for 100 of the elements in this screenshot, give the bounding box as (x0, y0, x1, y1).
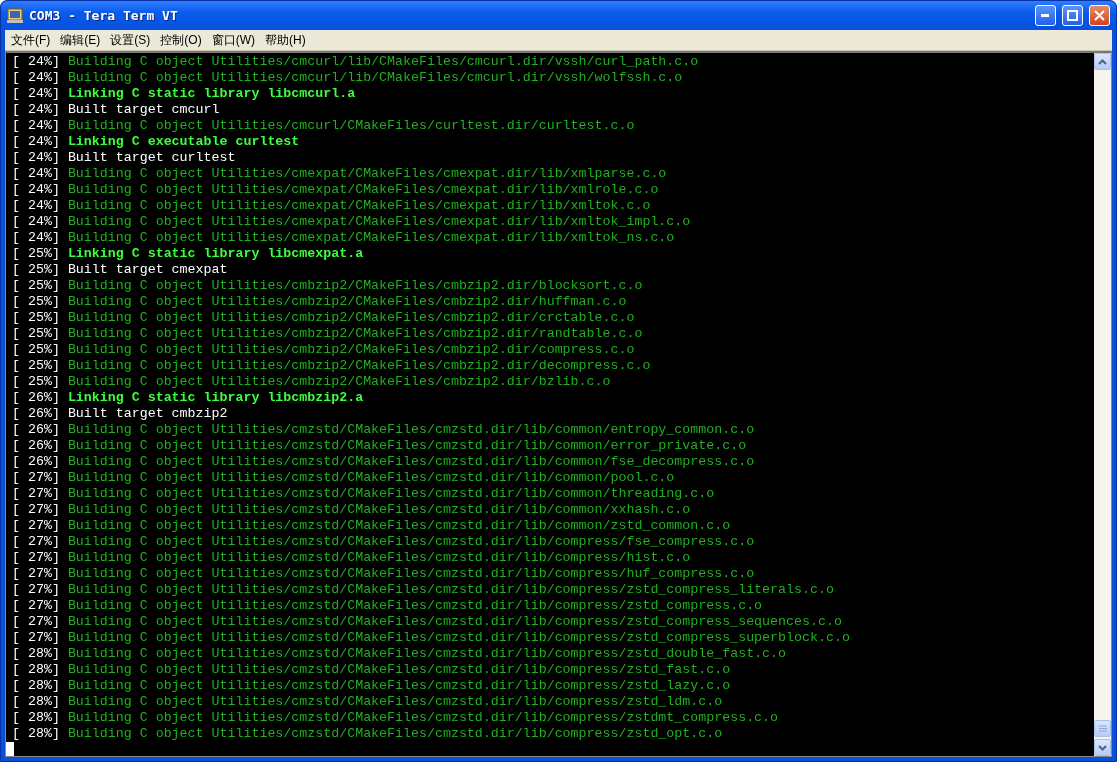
progress-text: [ 27%] (12, 614, 60, 630)
output-line: Building C object Utilities/cmzstd/CMakeFiles/cmzstd.dir/lib/compress/zstd_fast.c.o (67, 662, 731, 678)
maximize-icon (1067, 10, 1078, 21)
output-line: Building C object Utilities/cmzstd/CMakeFiles/cmzstd.dir/lib/common/entropy_common.c.o (67, 422, 755, 438)
progress-text: [ 26%] (12, 390, 60, 406)
progress-text: [ 25%] (12, 294, 60, 310)
progress-text: [ 25%] (12, 310, 60, 326)
progress-text: [ 25%] (12, 374, 60, 390)
progress-text: [ 28%] (12, 662, 60, 678)
output-line: Building C object Utilities/cmexpat/CMakeFiles/cmexpat.dir/lib/xmlparse.c.o (67, 166, 667, 182)
output-line: Building C object Utilities/cmexpat/CMakeFiles/cmexpat.dir/lib/xmltok.c.o (67, 198, 651, 214)
output-line: Linking C static library libcmcurl.a (67, 86, 356, 102)
output-line: Building C object Utilities/cmzstd/CMakeFiles/cmzstd.dir/lib/common/pool.c.o (67, 470, 675, 486)
progress-text: [ 24%] (12, 182, 60, 198)
scroll-down-button[interactable] (1094, 739, 1111, 756)
progress-text: [ 27%] (12, 486, 60, 502)
output-line: Building C object Utilities/cmzstd/CMakeFiles/cmzstd.dir/lib/compress/fse_compress.c.o (67, 534, 755, 550)
output-line: Building C object Utilities/cmzstd/CMakeFiles/cmzstd.dir/lib/compress/zstd_double_fast.c.o (67, 646, 787, 662)
terminal-app-icon (7, 7, 23, 24)
output-line: Building C object Utilities/cmzstd/CMakeFiles/cmzstd.dir/lib/compress/zstd_lazy.c.o (67, 678, 731, 694)
chevron-up-icon (1098, 58, 1107, 65)
output-line: Built target cmbzip2 (67, 406, 228, 422)
output-line: Building C object Utilities/cmexpat/CMakeFiles/cmexpat.dir/lib/xmlrole.c.o (67, 182, 659, 198)
progress-text: [ 27%] (12, 534, 60, 550)
output-line: Building C object Utilities/cmzstd/CMakeFiles/cmzstd.dir/lib/common/xxhash.c.o (67, 502, 691, 518)
progress-text: [ 26%] (12, 422, 60, 438)
output-line: Building C object Utilities/cmzstd/CMakeFiles/cmzstd.dir/lib/compress/zstd_opt.c.o (67, 726, 723, 742)
menu-item[interactable]: 文件(F) (6, 29, 56, 51)
text-cursor (6, 742, 14, 756)
scroll-thumb[interactable] (1094, 720, 1111, 737)
output-line: Building C object Utilities/cmzstd/CMakeFiles/cmzstd.dir/lib/common/fse_decompress.c.o (67, 454, 755, 470)
menu-item[interactable]: 帮助(H) (260, 29, 311, 51)
progress-text: [ 28%] (12, 678, 60, 694)
progress-text: [ 24%] (12, 134, 60, 150)
output-line: Building C object Utilities/cmzstd/CMakeFiles/cmzstd.dir/lib/common/error_private.c.o (67, 438, 747, 454)
output-line: Building C object Utilities/cmbzip2/CMakeFiles/cmbzip2.dir/randtable.c.o (67, 326, 643, 342)
output-line: Building C object Utilities/cmbzip2/CMakeFiles/cmbzip2.dir/compress.c.o (67, 342, 635, 358)
progress-text: [ 25%] (12, 246, 60, 262)
output-line: Built target curltest (67, 150, 236, 166)
output-line: Building C object Utilities/cmzstd/CMakeFiles/cmzstd.dir/lib/common/threading.c.o (67, 486, 715, 502)
close-icon (1094, 10, 1105, 21)
progress-text: [ 27%] (12, 518, 60, 534)
output-line: Building C object Utilities/cmzstd/CMakeFiles/cmzstd.dir/lib/common/zstd_common.c.o (67, 518, 731, 534)
window-title: COM3 - Tera Term VT (29, 8, 179, 23)
output-line: Building C object Utilities/cmbzip2/CMakeFiles/cmbzip2.dir/blocksort.c.o (67, 278, 643, 294)
progress-text: [ 27%] (12, 630, 60, 646)
chevron-down-icon (1098, 744, 1107, 751)
output-line: Building C object Utilities/cmbzip2/CMakeFiles/cmbzip2.dir/bzlib.c.o (67, 374, 611, 390)
output-line: Linking C executable curltest (67, 134, 300, 150)
output-line: Building C object Utilities/cmzstd/CMakeFiles/cmzstd.dir/lib/compress/zstd_compress_superblock.c.o (67, 630, 850, 646)
progress-text: [ 24%] (12, 70, 60, 86)
output-line: Linking C static library libcmexpat.a (67, 246, 364, 262)
progress-text: [ 26%] (12, 438, 60, 454)
progress-text: [ 27%] (12, 598, 60, 614)
progress-text: [ 28%] (12, 646, 60, 662)
output-line: Built target cmexpat (67, 262, 228, 278)
progress-text: [ 24%] (12, 150, 60, 166)
progress-text: [ 27%] (12, 550, 60, 566)
progress-text: [ 24%] (12, 166, 60, 182)
close-button[interactable] (1089, 5, 1110, 26)
progress-text: [ 25%] (12, 278, 60, 294)
progress-text: [ 24%] (12, 118, 60, 134)
output-line: Building C object Utilities/cmzstd/CMakeFiles/cmzstd.dir/lib/compress/huf_compress.c.o (67, 566, 755, 582)
progress-text: [ 28%] (12, 726, 60, 742)
output-line: Building C object Utilities/cmzstd/CMakeFiles/cmzstd.dir/lib/compress/zstd_compress_literals.c.o (67, 582, 834, 598)
progress-text: [ 27%] (12, 566, 60, 582)
maximize-button[interactable] (1062, 5, 1083, 26)
grip-icon (1098, 725, 1107, 732)
menu-item[interactable]: 编辑(E) (55, 29, 106, 51)
output-line: Building C object Utilities/cmbzip2/CMakeFiles/cmbzip2.dir/huffman.c.o (67, 294, 627, 310)
progress-text: [ 27%] (12, 582, 60, 598)
minimize-button[interactable] (1035, 5, 1056, 26)
output-line: Linking C static library libcmbzip2.a (67, 390, 364, 406)
output-line: Building C object Utilities/cmbzip2/CMakeFiles/cmbzip2.dir/decompress.c.o (67, 358, 651, 374)
output-line: Building C object Utilities/cmcurl/lib/CMakeFiles/cmcurl.dir/vssh/wolfssh.c.o (67, 70, 683, 86)
progress-text: [ 25%] (12, 262, 60, 278)
output-line: Building C object Utilities/cmzstd/CMakeFiles/cmzstd.dir/lib/compress/zstd_ldm.c.o (67, 694, 723, 710)
output-line: Built target cmcurl (67, 102, 220, 118)
progress-text: [ 26%] (12, 454, 60, 470)
output-line: Building C object Utilities/cmexpat/CMakeFiles/cmexpat.dir/lib/xmltok_impl.c.o (67, 214, 691, 230)
scroll-up-button[interactable] (1094, 53, 1111, 70)
progress-text: [ 25%] (12, 342, 60, 358)
progress-text: [ 24%] (12, 230, 60, 246)
progress-text: [ 25%] (12, 358, 60, 374)
output-line: Building C object Utilities/cmzstd/CMakeFiles/cmzstd.dir/lib/compress/zstd_compress_sequences.c.o (67, 614, 842, 630)
output-line: Building C object Utilities/cmzstd/CMakeFiles/cmzstd.dir/lib/compress/zstd_compress.c.o (67, 598, 763, 614)
progress-text: [ 24%] (12, 54, 60, 70)
progress-text: [ 24%] (12, 102, 60, 118)
menu-item[interactable]: 窗口(W) (206, 29, 260, 51)
progress-text: [ 27%] (12, 470, 60, 486)
output-line: Building C object Utilities/cmzstd/CMakeFiles/cmzstd.dir/lib/compress/zstdmt_compress.c.o (67, 710, 779, 726)
menu-item[interactable]: 设置(S) (105, 29, 156, 51)
progress-text: [ 28%] (12, 694, 60, 710)
output-line: Building C object Utilities/cmbzip2/CMakeFiles/cmbzip2.dir/crctable.c.o (67, 310, 635, 326)
minimize-icon (1041, 14, 1050, 17)
progress-text: [ 24%] (12, 86, 60, 102)
progress-text: [ 28%] (12, 710, 60, 726)
progress-text: [ 24%] (12, 198, 60, 214)
menu-item[interactable]: 控制(O) (155, 29, 207, 51)
output-line: Building C object Utilities/cmexpat/CMakeFiles/cmexpat.dir/lib/xmltok_ns.c.o (67, 230, 675, 246)
